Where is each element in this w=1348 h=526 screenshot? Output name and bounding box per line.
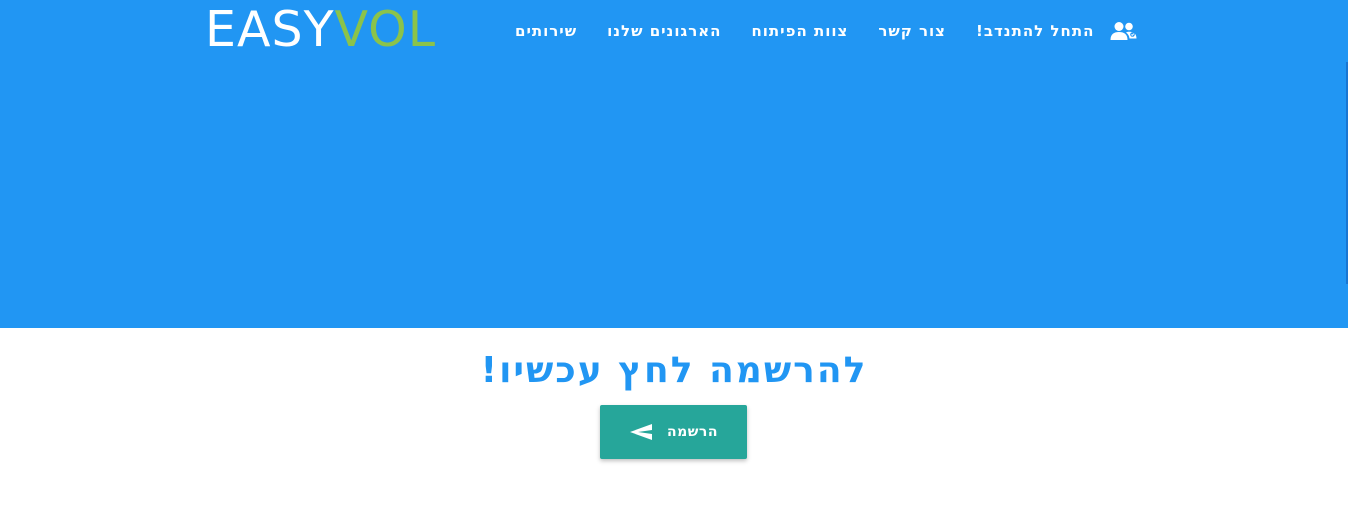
nav-item-services[interactable]: שירותים [500,22,592,40]
logo-text-vol: VOL [334,1,437,58]
main-nav: שירותים הארגונים שלנו צוות הפיתוח צור קש… [500,12,1140,50]
register-button[interactable]: הרשמה [600,405,747,459]
nav-item-our-organizations[interactable]: הארגונים שלנו [592,22,736,40]
register-button-label: הרשמה [667,424,718,440]
nav-item-start-volunteering[interactable]: התחל להתנדב! [961,22,1109,40]
nav-item-dev-team[interactable]: צוות הפיתוח [736,22,863,40]
send-icon [629,422,653,442]
site-logo[interactable]: EASYVOL [205,2,436,58]
hero-banner: EASYVOL שירותים הארגונים שלנו צוות הפיתו… [0,0,1348,328]
users-icon[interactable] [1109,20,1137,42]
nav-item-contact[interactable]: צור קשר [863,22,961,40]
cta-heading: להרשמה לחץ עכשיו! [480,350,868,391]
logo-text-easy: EASY [205,1,335,58]
